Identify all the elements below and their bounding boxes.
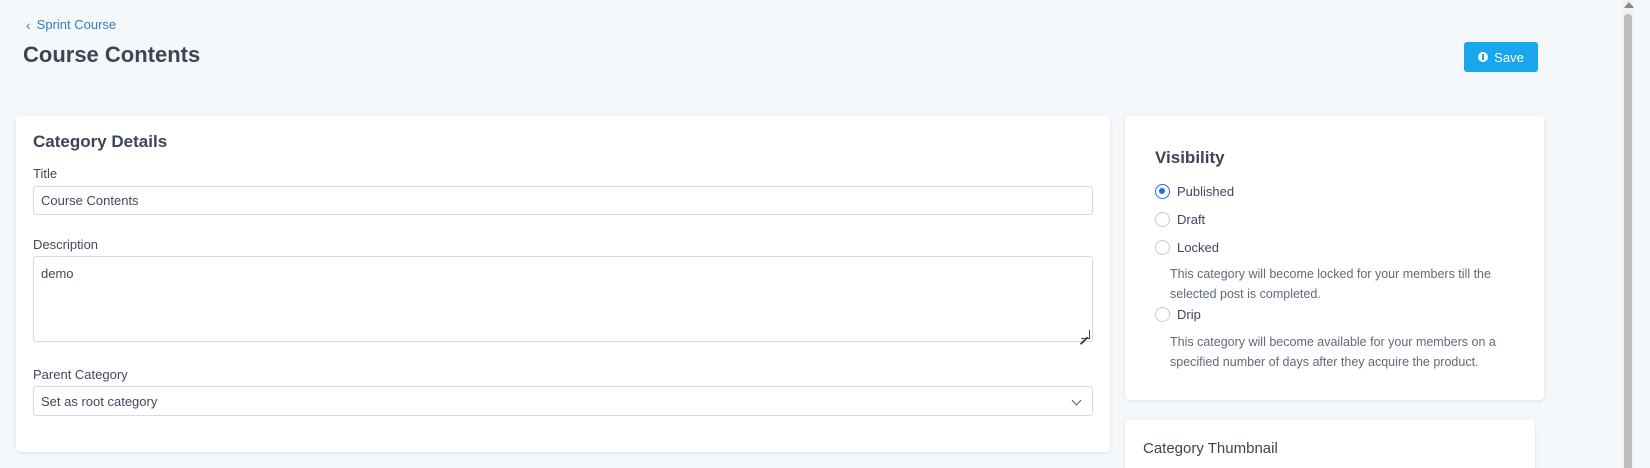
description-textarea-value: demo <box>41 266 74 281</box>
chevron-left-icon: ‹ <box>26 16 31 33</box>
description-label: Description <box>33 237 99 252</box>
locked-help-text: This category will become locked for you… <box>1170 267 1491 301</box>
page-title: Course Contents <box>23 42 201 67</box>
title-label: Title <box>33 166 58 181</box>
parent-category-value: Set as root category <box>41 393 158 409</box>
save-button-label: Save <box>1494 49 1524 65</box>
chevron-down-icon <box>1071 395 1082 406</box>
radio-drip-input[interactable] <box>1155 307 1170 322</box>
scroll-up-arrow-icon[interactable] <box>1624 2 1634 8</box>
visibility-heading: Visibility <box>1155 148 1225 167</box>
title-input-value: Course Contents <box>41 193 139 208</box>
info-circle-icon <box>1478 52 1489 62</box>
resize-handle-icon[interactable] <box>1081 330 1090 339</box>
description-textarea[interactable]: demo <box>33 256 1093 342</box>
radio-draft[interactable]: Draft <box>1155 212 1205 227</box>
page: ‹ Sprint Course Course Contents Save Cat… <box>0 0 1650 468</box>
category-thumbnail-card: Category Thumbnail <box>1125 420 1535 468</box>
breadcrumb[interactable]: ‹ Sprint Course <box>26 17 116 32</box>
parent-category-label: Parent Category <box>33 367 128 382</box>
category-details-heading: Category Details <box>33 132 168 151</box>
category-details-card: Category Details Title Course Contents D… <box>16 116 1110 452</box>
parent-category-select[interactable]: Set as root category <box>33 386 1093 416</box>
visibility-card: Visibility Published Draft Locked This c… <box>1125 116 1544 400</box>
breadcrumb-label: Sprint Course <box>36 17 117 32</box>
radio-locked-input[interactable] <box>1155 240 1170 255</box>
category-thumbnail-heading: Category Thumbnail <box>1143 440 1278 457</box>
drip-help-text: This category will become available for … <box>1170 335 1496 369</box>
title-input[interactable]: Course Contents <box>33 186 1093 215</box>
radio-published[interactable]: Published <box>1155 184 1234 199</box>
radio-published-input[interactable] <box>1155 184 1170 199</box>
radio-published-label: Published <box>1177 184 1235 199</box>
radio-locked-label: Locked <box>1177 240 1219 255</box>
radio-locked[interactable]: Locked <box>1155 240 1219 255</box>
radio-drip[interactable]: Drip <box>1155 307 1201 322</box>
radio-draft-label: Draft <box>1177 212 1206 227</box>
radio-draft-input[interactable] <box>1155 212 1170 227</box>
radio-drip-label: Drip <box>1177 307 1201 322</box>
scrollbar-thumb[interactable] <box>1624 14 1632 468</box>
save-button[interactable]: Save <box>1464 42 1538 72</box>
